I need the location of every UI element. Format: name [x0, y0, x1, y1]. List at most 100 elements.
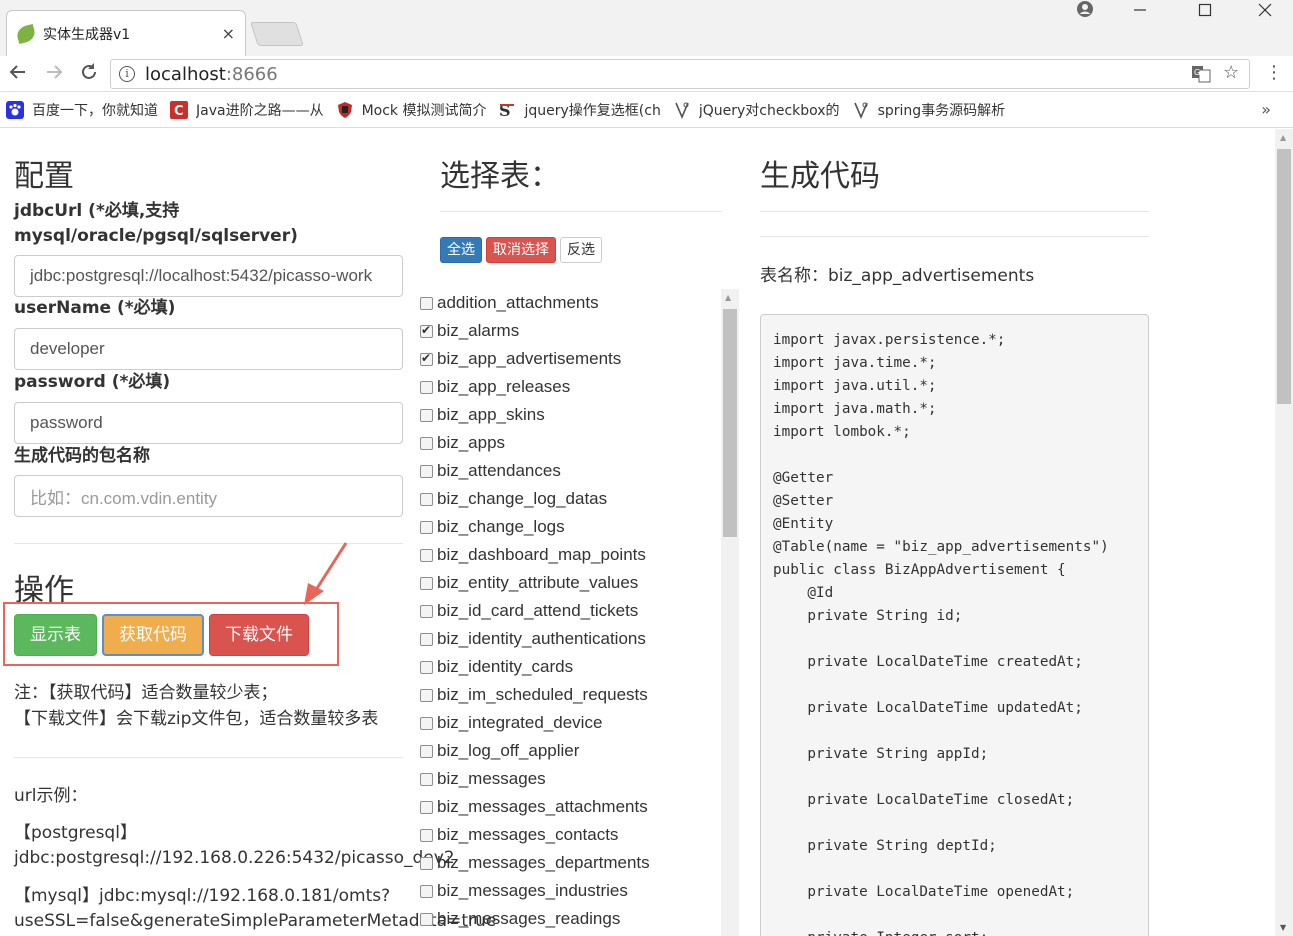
table-row[interactable]: biz_change_logs	[420, 513, 720, 541]
back-icon[interactable]	[6, 62, 30, 86]
table-row[interactable]: biz_identity_authentications	[420, 625, 720, 653]
annotation-arrow-icon	[304, 542, 348, 605]
table-checkbox[interactable]	[420, 604, 433, 618]
info-icon[interactable]: i	[119, 66, 135, 82]
generated-code-block[interactable]: import javax.persistence.*; import java.…	[760, 314, 1149, 936]
bookmark-item[interactable]: C Java进阶之路——从	[170, 100, 324, 120]
table-row[interactable]: biz_app_releases	[420, 373, 720, 401]
table-row[interactable]: biz_messages_departments	[420, 849, 720, 877]
bookmarks-overflow-icon[interactable]: »	[1261, 100, 1271, 119]
address-bar[interactable]: i localhost:8666 G ☆	[110, 59, 1250, 89]
table-row[interactable]: biz_messages_attachments	[420, 793, 720, 821]
package-input[interactable]: 比如：cn.com.vdin.entity	[14, 475, 403, 517]
svg-text:G: G	[1194, 68, 1200, 77]
table-checkbox[interactable]	[420, 856, 433, 870]
table-checkbox[interactable]	[420, 323, 433, 338]
table-checkbox[interactable]	[420, 660, 433, 674]
cancel-selection-button[interactable]: 取消选择	[486, 237, 556, 263]
table-checkbox[interactable]	[420, 688, 433, 702]
table-checkbox[interactable]	[420, 772, 433, 786]
table-row[interactable]: biz_change_log_datas	[420, 485, 720, 513]
table-name: biz_app_skins	[437, 405, 545, 424]
page-icon	[852, 101, 870, 119]
svg-text:C: C	[174, 104, 184, 119]
table-row[interactable]: biz_messages_industries	[420, 877, 720, 905]
table-row[interactable]: biz_integrated_device	[420, 709, 720, 737]
table-checkbox[interactable]	[420, 436, 433, 450]
table-checkbox[interactable]	[420, 464, 433, 478]
tab-close-icon[interactable]: ×	[222, 24, 235, 43]
table-checkbox[interactable]	[420, 492, 433, 506]
table-list: addition_attachments biz_alarms biz_app_ad…	[420, 289, 720, 936]
table-checkbox[interactable]	[420, 884, 433, 898]
table-checkbox[interactable]	[420, 576, 433, 590]
translate-icon[interactable]: G	[1191, 64, 1211, 89]
table-row[interactable]: biz_dashboard_map_points	[420, 541, 720, 569]
table-row[interactable]: biz_id_card_attend_tickets	[420, 597, 720, 625]
page-scrollbar[interactable]: ▲ ▼	[1275, 129, 1293, 936]
close-window-icon[interactable]	[1245, 0, 1285, 24]
table-row[interactable]: biz_im_scheduled_requests	[420, 681, 720, 709]
table-checkbox[interactable]	[420, 912, 433, 926]
scroll-up-icon[interactable]: ▲	[1280, 133, 1286, 142]
url-port: :8666	[225, 63, 278, 85]
password-input[interactable]: password	[14, 402, 403, 444]
table-checkbox[interactable]	[420, 408, 433, 422]
reload-icon[interactable]	[77, 62, 101, 86]
scrollbar-thumb[interactable]	[1277, 149, 1291, 404]
table-checkbox[interactable]	[420, 548, 433, 562]
table-row[interactable]: biz_apps	[420, 429, 720, 457]
table-row[interactable]: biz_messages_readings	[420, 905, 720, 933]
table-row[interactable]: biz_messages	[420, 765, 720, 793]
table-row[interactable]: biz_app_skins	[420, 401, 720, 429]
bookmark-star-icon[interactable]: ☆	[1223, 62, 1239, 83]
table-list-scrollbar[interactable]: ▲	[721, 289, 739, 936]
table-name: biz_messages_departments	[437, 853, 650, 872]
new-tab-button[interactable]	[250, 22, 304, 46]
username-input[interactable]: developer	[14, 328, 403, 370]
browser-tab[interactable]: 实体生成器v1 ×	[6, 10, 246, 56]
jdbc-url-input[interactable]: jdbc:postgresql://localhost:5432/picasso…	[14, 255, 403, 297]
profile-icon[interactable]	[1065, 0, 1105, 24]
table-name: biz_identity_cards	[437, 657, 574, 676]
table-row[interactable]: biz_attendances	[420, 457, 720, 485]
table-row[interactable]: biz_alarms	[420, 317, 720, 345]
table-row[interactable]: biz_entity_attribute_values	[420, 569, 720, 597]
table-checkbox[interactable]	[420, 828, 433, 842]
table-checkbox[interactable]	[420, 744, 433, 758]
table-checkbox[interactable]	[420, 520, 433, 534]
note-line-2: 【下载文件】会下载zip文件包，适合数量较多表	[14, 709, 379, 729]
table-row[interactable]: biz_identity_cards	[420, 653, 720, 681]
bookmark-item[interactable]: spring事务源码解析	[852, 100, 1006, 120]
table-checkbox[interactable]	[420, 800, 433, 814]
code-heading: 生成代码	[760, 159, 880, 194]
table-checkbox[interactable]	[420, 296, 433, 310]
bookmark-item[interactable]: 百度一下，你就知道	[6, 100, 158, 120]
bookmark-item[interactable]: Sjquery操作复选框(ch	[498, 100, 660, 120]
table-row[interactable]: biz_messages_contacts	[420, 821, 720, 849]
divider	[440, 211, 722, 212]
bookmark-item[interactable]: Mock 模拟测试简介	[336, 100, 486, 120]
table-row[interactable]: biz_app_advertisements	[420, 345, 720, 373]
bookmark-item[interactable]: jQuery对checkbox的	[673, 100, 840, 120]
maximize-icon[interactable]	[1185, 0, 1225, 24]
pg-example-url: jdbc:postgresql://192.168.0.226:5432/pic…	[14, 848, 455, 868]
table-row[interactable]: biz_log_off_applier	[420, 737, 720, 765]
table-checkbox[interactable]	[420, 632, 433, 646]
bookmark-label: spring事务源码解析	[877, 102, 1006, 119]
table-checkbox[interactable]	[420, 351, 433, 366]
menu-icon[interactable]: ⋮	[1262, 62, 1286, 86]
table-row[interactable]: addition_attachments	[420, 289, 720, 317]
table-name: biz_dashboard_map_points	[437, 545, 646, 564]
table-checkbox[interactable]	[420, 380, 433, 394]
scrollbar-thumb[interactable]	[723, 309, 737, 537]
forward-icon[interactable]	[42, 62, 66, 86]
minimize-icon[interactable]	[1120, 0, 1160, 24]
password-label: password (*必填)	[14, 372, 171, 392]
invert-selection-button[interactable]: 反选	[560, 237, 602, 263]
table-checkbox[interactable]	[420, 716, 433, 730]
scroll-down-icon[interactable]: ▼	[1280, 923, 1286, 932]
scroll-up-icon[interactable]: ▲	[725, 293, 731, 302]
select-all-button[interactable]: 全选	[440, 237, 482, 263]
browser-toolbar: i localhost:8666 G ☆ ⋮	[0, 56, 1293, 92]
